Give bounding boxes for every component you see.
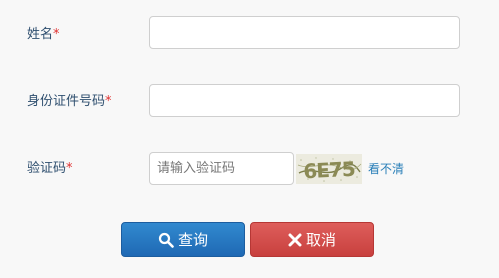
query-button[interactable]: 查询 [121,222,245,257]
cancel-button[interactable]: 取消 [250,222,374,257]
captcha-label-text: 验证码 [27,161,67,176]
cancel-button-label: 取消 [305,231,336,249]
id-number-label: 身份证件号码* [27,94,112,110]
id-number-label-text: 身份证件号码 [27,94,106,109]
query-button-label: 查询 [177,231,208,249]
close-icon [288,233,302,247]
captcha-image[interactable]: 6E75 [296,154,362,184]
captcha-refresh-link[interactable]: 看不清 [368,162,404,176]
search-icon [158,232,174,248]
captcha-image-text: 6E75 [303,157,356,184]
captcha-required-mark: * [66,161,73,176]
name-required-mark: * [53,27,60,42]
name-input[interactable] [149,16,460,49]
id-number-input[interactable] [149,84,460,117]
id-number-required-mark: * [105,94,112,109]
captcha-label: 验证码* [27,161,73,177]
captcha-image-graphic: 6E75 [296,154,362,184]
name-label: 姓名* [27,27,60,43]
name-label-text: 姓名 [27,27,54,42]
captcha-input[interactable] [149,152,294,185]
